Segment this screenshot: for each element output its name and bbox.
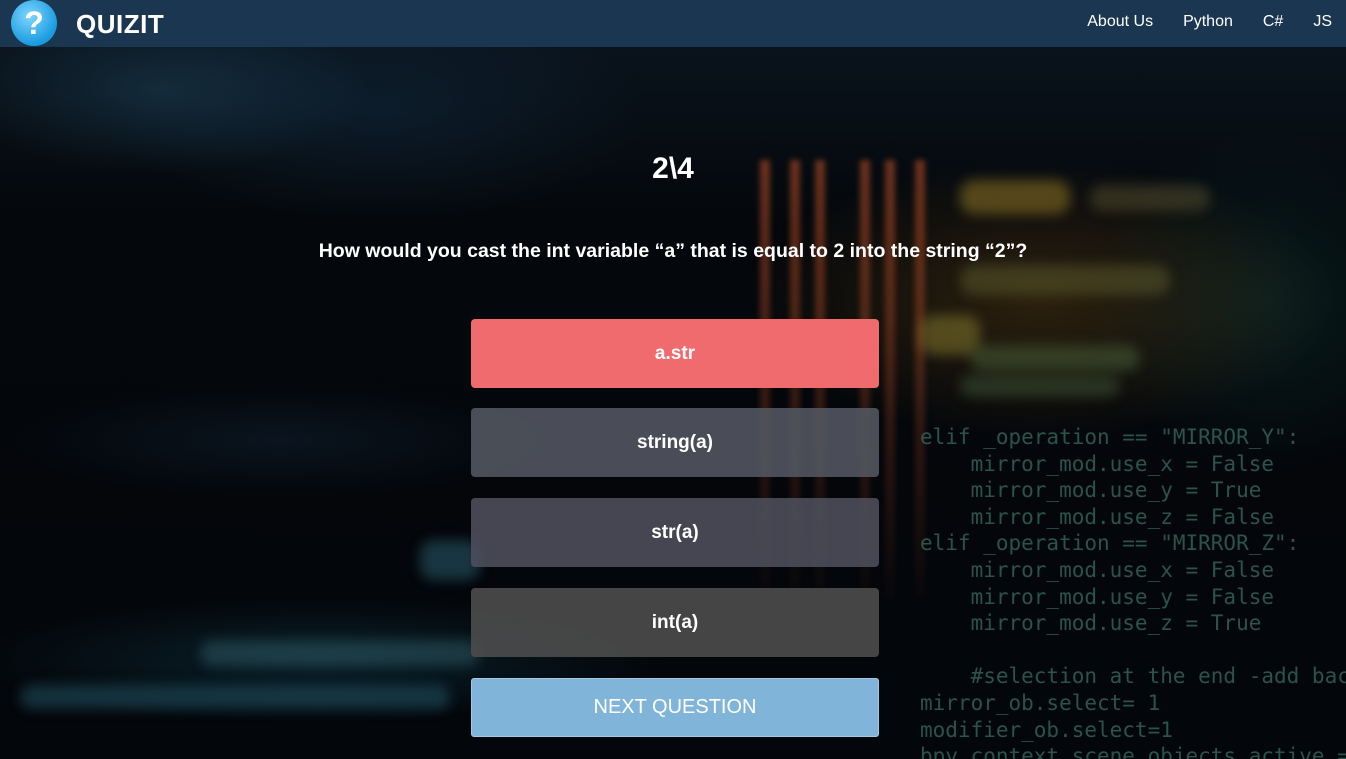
page: elif _operation == "MIRROR_Y": mirror_mo… — [0, 0, 1346, 759]
question-counter: 2\4 — [652, 152, 694, 185]
background-blur — [970, 345, 1140, 371]
answer-button-3[interactable]: str(a) — [471, 498, 879, 567]
nav-about-us[interactable]: About Us — [1087, 13, 1153, 31]
background-blur — [20, 685, 450, 709]
nav-csharp[interactable]: C# — [1263, 13, 1283, 31]
background-code-line: mirror_mod.use_z = True — [920, 611, 1262, 636]
background-code-line: #selection at the end -add back — [920, 664, 1346, 689]
answer-label: str(a) — [651, 521, 699, 543]
answer-button-4[interactable]: int(a) — [471, 588, 879, 657]
background-code-line: elif _operation == "MIRROR_Y": — [920, 425, 1300, 449]
background-code-line: mirror_mod.use_x = False — [920, 557, 1275, 582]
background-blur — [960, 265, 1170, 295]
background-code-line: mirror_mod.use_y = False — [920, 584, 1275, 609]
nav-python[interactable]: Python — [1183, 13, 1233, 31]
background-code-line: mirror_mod.use_z = False — [920, 504, 1275, 529]
background-blur — [200, 640, 480, 666]
background-blur — [920, 315, 980, 355]
next-question-label: NEXT QUESTION — [593, 696, 757, 718]
background-code-line — [920, 637, 1346, 664]
background-blur — [1090, 185, 1210, 211]
background-code-line: mirror_mod.use_y = True — [920, 478, 1262, 503]
answer-label: string(a) — [637, 431, 713, 453]
nav-links: About Us Python C# JS — [1087, 13, 1332, 31]
answer-label: a.str — [654, 342, 696, 364]
background-code-line: mirror_mod.use_x = False — [920, 451, 1275, 476]
answer-label: int(a) — [651, 611, 699, 633]
background-code: elif _operation == "MIRROR_Y": mirror_mo… — [920, 424, 1346, 759]
background-code-line: bpy.context.scene.objects.active = — [920, 744, 1346, 759]
answer-button-1[interactable]: a.str — [471, 319, 879, 388]
question-text: How would you cast the int variable “a” … — [318, 240, 1028, 262]
background-code-line: mirror_ob.select= 1 — [920, 690, 1161, 715]
answer-button-2[interactable]: string(a) — [471, 408, 879, 477]
nav-js[interactable]: JS — [1313, 13, 1332, 31]
background-code-line: elif _operation == "MIRROR_Z": — [920, 531, 1300, 556]
background-code-line: modifier_ob.select=1 — [920, 717, 1173, 742]
logo-glyph: ? — [24, 4, 44, 41]
logo-question-icon[interactable]: ? — [11, 0, 57, 46]
background-blur — [960, 375, 1120, 397]
brand-name[interactable]: QUIZIT — [76, 9, 164, 40]
next-question-button[interactable]: NEXT QUESTION — [471, 678, 879, 737]
top-navbar: ? QUIZIT About Us Python C# JS — [0, 0, 1346, 47]
